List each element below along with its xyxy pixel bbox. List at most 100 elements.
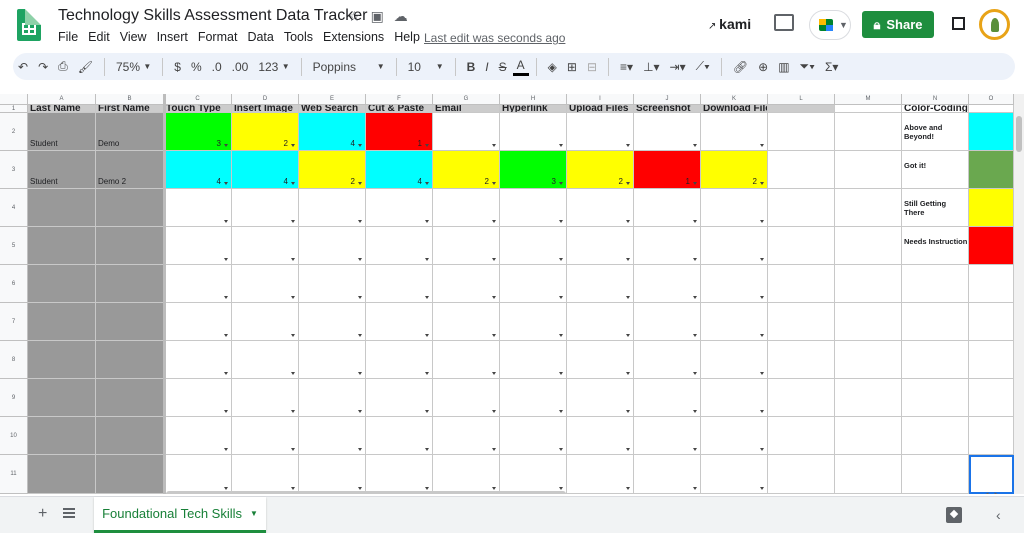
dropdown-chevron-icon[interactable] xyxy=(358,144,362,147)
table-cell[interactable] xyxy=(567,189,634,227)
table-cell[interactable] xyxy=(567,265,634,303)
table-cell[interactable] xyxy=(567,303,634,341)
dropdown-chevron-icon[interactable] xyxy=(492,144,496,147)
table-cell[interactable]: 4 xyxy=(366,151,433,189)
table-cell[interactable] xyxy=(433,227,500,265)
table-cell[interactable] xyxy=(634,341,701,379)
dropdown-chevron-icon[interactable] xyxy=(626,182,630,185)
scroll-right-icon[interactable]: ▸ xyxy=(995,490,999,494)
table-cell[interactable] xyxy=(164,265,232,303)
table-cell[interactable] xyxy=(701,189,768,227)
column-title-cell[interactable]: Upload Files xyxy=(567,105,634,113)
table-cell[interactable] xyxy=(232,227,299,265)
table-cell[interactable] xyxy=(835,341,902,379)
table-cell[interactable] xyxy=(634,227,701,265)
dropdown-chevron-icon[interactable] xyxy=(224,258,228,261)
table-cell[interactable] xyxy=(634,189,701,227)
cloud-status-icon[interactable]: ☁ xyxy=(394,8,408,25)
column-header[interactable]: B xyxy=(96,94,164,105)
more-formats-button[interactable]: 123 ▼ xyxy=(254,56,293,78)
table-cell[interactable] xyxy=(366,455,433,494)
account-avatar[interactable] xyxy=(979,9,1010,40)
table-cell[interactable] xyxy=(969,379,1014,417)
dropdown-chevron-icon[interactable] xyxy=(559,487,563,490)
table-cell[interactable] xyxy=(366,341,433,379)
table-cell[interactable] xyxy=(701,265,768,303)
dropdown-chevron-icon[interactable] xyxy=(760,220,764,223)
table-cell[interactable] xyxy=(634,379,701,417)
dropdown-chevron-icon[interactable] xyxy=(760,144,764,147)
column-title-cell[interactable]: Hyperlink xyxy=(500,105,567,113)
dropdown-chevron-icon[interactable] xyxy=(760,182,764,185)
dropdown-chevron-icon[interactable] xyxy=(425,448,429,451)
table-cell[interactable] xyxy=(500,455,567,494)
table-cell[interactable]: Got it! xyxy=(902,151,969,189)
table-cell[interactable] xyxy=(768,189,835,227)
move-folder-icon[interactable]: ▣ xyxy=(371,8,384,25)
sheet-tab-foundational[interactable]: Foundational Tech Skills ▼ xyxy=(94,497,266,533)
table-cell[interactable] xyxy=(634,417,701,455)
table-cell[interactable] xyxy=(433,455,500,494)
table-cell[interactable] xyxy=(835,303,902,341)
dropdown-chevron-icon[interactable] xyxy=(358,410,362,413)
table-cell[interactable]: 2 xyxy=(433,151,500,189)
last-edit-link[interactable]: Last edit was seconds ago xyxy=(424,31,565,45)
table-cell[interactable] xyxy=(433,265,500,303)
share-button[interactable]: 🔒︎ Share xyxy=(862,11,934,38)
font-select[interactable]: Poppins ▼ xyxy=(309,56,389,78)
dropdown-chevron-icon[interactable] xyxy=(224,372,228,375)
table-cell[interactable] xyxy=(433,189,500,227)
table-cell[interactable] xyxy=(768,227,835,265)
row-header[interactable]: 4 xyxy=(0,189,28,227)
table-cell[interactable] xyxy=(768,151,835,189)
table-cell[interactable] xyxy=(96,265,164,303)
column-title-cell[interactable]: Email xyxy=(433,105,500,113)
insert-link-icon[interactable]: 🔗︎ xyxy=(729,56,752,78)
table-cell[interactable] xyxy=(96,189,164,227)
table-cell[interactable] xyxy=(28,417,96,455)
dropdown-chevron-icon[interactable] xyxy=(760,372,764,375)
dropdown-chevron-icon[interactable] xyxy=(559,410,563,413)
dropdown-chevron-icon[interactable] xyxy=(559,220,563,223)
dropdown-chevron-icon[interactable] xyxy=(224,296,228,299)
row-header[interactable]: 11 xyxy=(0,455,28,494)
table-cell[interactable] xyxy=(902,379,969,417)
dropdown-chevron-icon[interactable] xyxy=(693,372,697,375)
frozen-column-divider[interactable] xyxy=(163,94,166,494)
table-cell[interactable]: 2 xyxy=(567,151,634,189)
dropdown-chevron-icon[interactable] xyxy=(492,334,496,337)
dropdown-chevron-icon[interactable] xyxy=(425,144,429,147)
dropdown-chevron-icon[interactable] xyxy=(425,296,429,299)
dropdown-chevron-icon[interactable] xyxy=(626,334,630,337)
table-cell[interactable]: Student xyxy=(28,113,96,151)
column-header[interactable]: C xyxy=(164,94,232,105)
column-title-cell[interactable]: Color-Coding xyxy=(902,105,969,113)
table-cell[interactable] xyxy=(299,303,366,341)
dropdown-chevron-icon[interactable] xyxy=(626,144,630,147)
table-cell[interactable] xyxy=(634,303,701,341)
table-cell[interactable] xyxy=(366,303,433,341)
table-cell[interactable] xyxy=(567,113,634,151)
column-title-cell[interactable] xyxy=(835,105,902,113)
insert-comment-icon[interactable]: ⊕ xyxy=(754,56,772,78)
column-title-cell[interactable] xyxy=(768,105,835,113)
column-header[interactable]: M xyxy=(835,94,902,105)
table-cell[interactable] xyxy=(902,417,969,455)
table-cell[interactable] xyxy=(701,227,768,265)
table-cell[interactable] xyxy=(500,303,567,341)
column-title-cell[interactable]: Screenshot xyxy=(634,105,701,113)
table-cell[interactable] xyxy=(567,341,634,379)
dropdown-chevron-icon[interactable] xyxy=(425,220,429,223)
table-cell[interactable] xyxy=(969,417,1014,455)
sheet-grid[interactable]: A B C D E F G H I J K L M N O 1 2 3 4 5 6 7 8 9 10 11 Last Name Fir… xyxy=(0,94,1024,494)
dropdown-chevron-icon[interactable] xyxy=(492,410,496,413)
table-cell[interactable] xyxy=(835,227,902,265)
dropdown-chevron-icon[interactable] xyxy=(559,144,563,147)
column-title-cell[interactable]: Insert Image xyxy=(232,105,299,113)
table-cell[interactable] xyxy=(366,379,433,417)
column-title-cell[interactable] xyxy=(969,105,1014,113)
sheets-logo-icon[interactable] xyxy=(17,9,41,41)
table-cell[interactable] xyxy=(902,455,969,494)
column-title-cell[interactable]: First Name xyxy=(96,105,164,113)
table-cell[interactable] xyxy=(701,379,768,417)
